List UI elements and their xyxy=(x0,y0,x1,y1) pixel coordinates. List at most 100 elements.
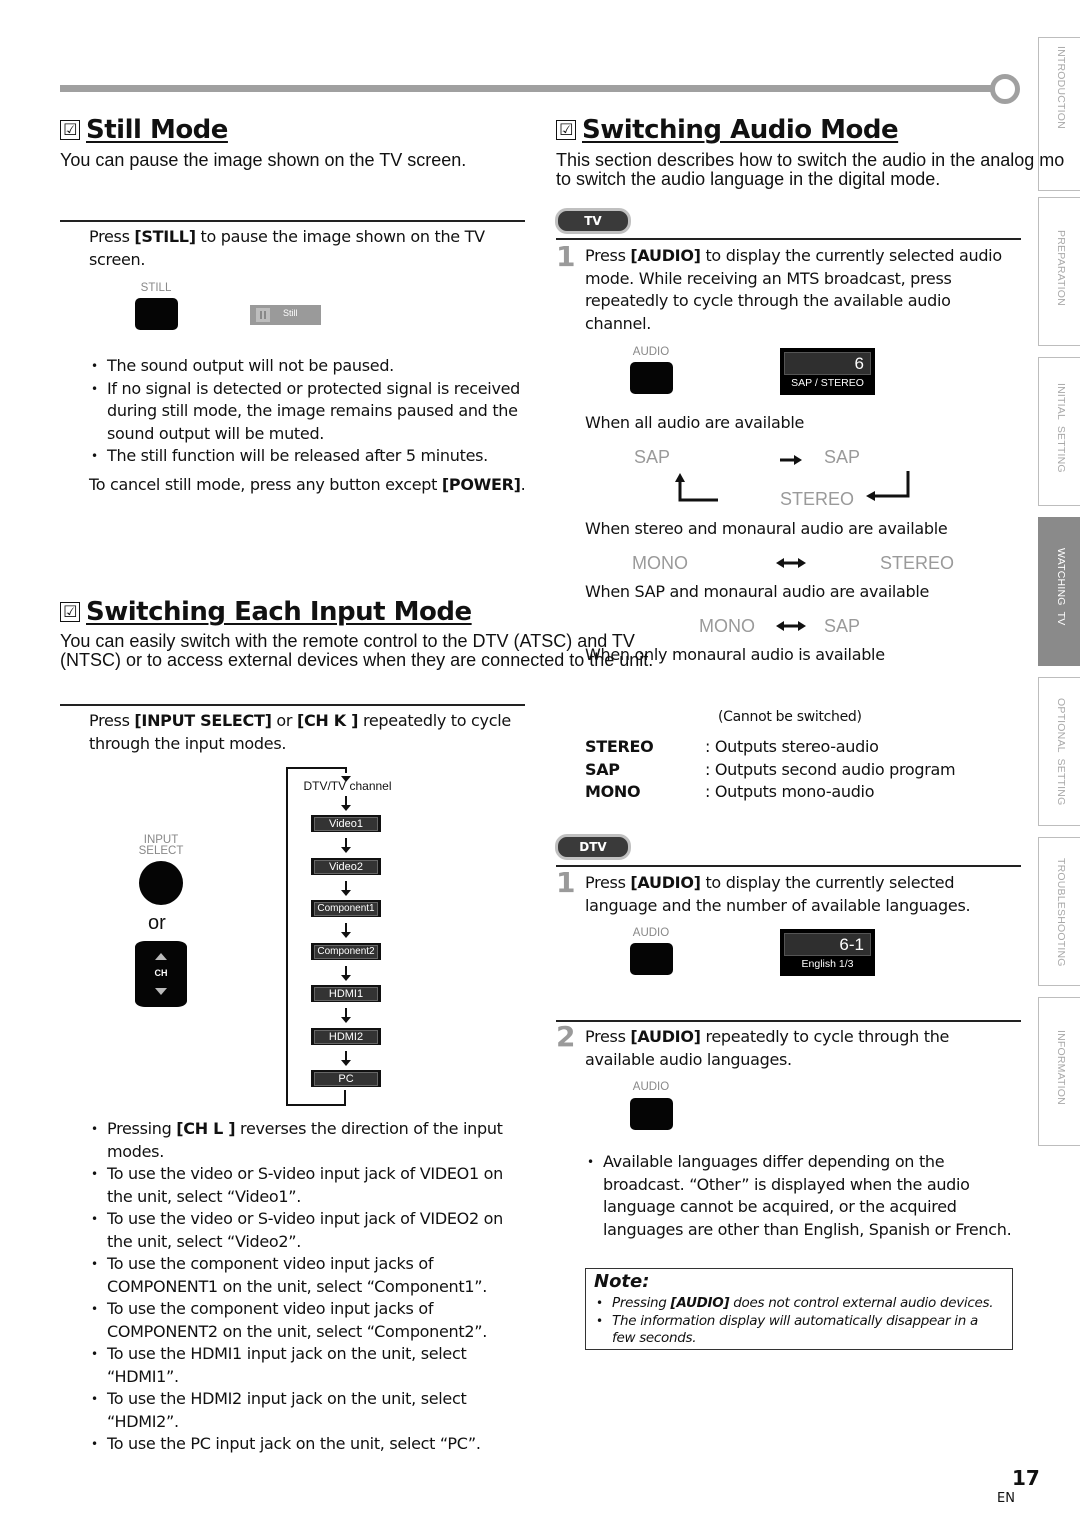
dtv-badge: DTV xyxy=(555,834,631,860)
checkbox-icon: ☑ xyxy=(60,120,80,140)
flow-item-component1: Component1 xyxy=(311,900,381,917)
side-tab-label: INITIAL SETTING xyxy=(1055,383,1067,473)
still-mode-bullets: The sound output will not be paused. If … xyxy=(89,355,529,468)
list-item: The still function will be released afte… xyxy=(89,445,529,468)
side-tab-label: PREPARATION xyxy=(1055,230,1067,306)
ch-label: CH xyxy=(154,968,168,978)
flow-item-hdmi1: HDMI1 xyxy=(311,985,381,1002)
flow-item-component2: Component2 xyxy=(311,943,381,960)
list-item: To use the PC input jack on the unit, se… xyxy=(89,1433,529,1456)
definition-row: MONO: Outputs mono-audio xyxy=(585,782,875,801)
tv-step-number: 1 xyxy=(556,240,576,273)
audio-remote-button[interactable] xyxy=(630,943,673,975)
list-item: If no signal is detected or protected si… xyxy=(89,378,529,446)
side-tab-watching-tv[interactable]: WATCHING TV xyxy=(1038,517,1080,666)
dtv-step2-rule xyxy=(556,1020,1021,1022)
input-mode-intro-line2: (NTSC) or to access external devices whe… xyxy=(60,650,654,670)
ch-down-icon[interactable] xyxy=(155,988,167,995)
audio-key: [AUDIO] xyxy=(630,1027,701,1046)
still-mode-rule xyxy=(60,220,525,222)
flow-arrow-icon xyxy=(341,1051,351,1066)
double-arrow-icon xyxy=(776,558,806,568)
side-tab-label: INTRODUCTION xyxy=(1055,46,1067,129)
audio-definitions: STEREO: Outputs stereo-audio SAP: Output… xyxy=(585,736,1005,804)
definition-row: SAP: Outputs second audio program xyxy=(585,759,956,779)
input-mode-rule xyxy=(60,704,525,706)
flow-loop-line-top xyxy=(286,767,346,769)
osd-audio-mode: SAP / STEREO xyxy=(791,377,864,389)
side-tab-initial-setting[interactable]: INITIAL SETTING xyxy=(1038,357,1080,506)
list-item: To use the component video input jacks o… xyxy=(89,1253,529,1298)
side-tab-troubleshooting[interactable]: TROUBLESHOOTING xyxy=(1038,837,1080,986)
mode-word-mono: MONO xyxy=(632,553,688,573)
osd-channel: 6-1 xyxy=(839,935,864,954)
input-mode-intro-line1: You can easily switch with the remote co… xyxy=(60,631,635,651)
side-tab-label: TROUBLESHOOTING xyxy=(1055,858,1067,967)
list-item: The sound output will not be paused. xyxy=(89,355,529,378)
input-mode-title: ☑ Switching Each Input Mode xyxy=(60,597,472,627)
header-rule xyxy=(60,85,992,92)
flow-loop-line-right xyxy=(344,1090,346,1106)
still-button-label: STILL xyxy=(140,282,172,294)
audio-remote-button[interactable] xyxy=(630,362,673,394)
still-key: [STILL] xyxy=(134,227,196,246)
note-list: Pressing [AUDIO] does not control extern… xyxy=(594,1295,1004,1348)
side-tab-label: WATCHING TV xyxy=(1055,548,1067,626)
still-osd-banner: Still xyxy=(250,305,321,325)
flow-item-video2: Video2 xyxy=(311,858,381,875)
dtv-rule xyxy=(556,865,1021,867)
audio-mode-intro-line1: This section describes how to switch the… xyxy=(556,150,1065,170)
still-mode-intro: You can pause the image shown on the TV … xyxy=(60,150,467,170)
dtv-step2-text: Press [AUDIO] repeatedly to cycle throug… xyxy=(585,1027,950,1069)
input-select-label: INPUT SELECT xyxy=(138,834,184,857)
ch-rocker-button[interactable]: CH xyxy=(135,941,187,1007)
note-box: Note: Pressing [AUDIO] does not control … xyxy=(585,1268,1013,1350)
mode-word-sap: SAP xyxy=(824,616,861,636)
double-arrow-icon xyxy=(776,621,806,631)
language-code: EN xyxy=(997,1491,1015,1506)
ch-up-icon[interactable] xyxy=(155,953,167,960)
side-tab-preparation[interactable]: PREPARATION xyxy=(1038,197,1080,346)
side-tab-optional-setting[interactable]: OPTIONAL SETTING xyxy=(1038,677,1080,826)
list-item: Pressing [AUDIO] does not control extern… xyxy=(594,1295,1004,1313)
side-tab-label: INFORMATION xyxy=(1055,1030,1067,1105)
flow-arrow-icon xyxy=(341,796,351,811)
audio-button-label: AUDIO xyxy=(632,1081,670,1093)
input-select-remote-button[interactable] xyxy=(139,861,183,905)
dtv-step2-number: 2 xyxy=(556,1020,576,1053)
still-remote-button[interactable] xyxy=(135,298,178,330)
dtv-step1-number: 1 xyxy=(556,866,576,899)
flow-item-pc: PC xyxy=(311,1070,381,1087)
dtv-audio-osd: 6-1 English 1/3 xyxy=(780,929,875,976)
tv-badge: TV xyxy=(555,208,631,234)
case-mono-only-label: When only monaural audio is available xyxy=(585,645,885,664)
mode-word-mono: MONO xyxy=(699,616,755,636)
list-item: To use the video or S-video input jack o… xyxy=(89,1163,529,1208)
list-item: To use the video or S-video input jack o… xyxy=(89,1208,529,1253)
flow-arrow-icon xyxy=(341,966,351,981)
audio-remote-button[interactable] xyxy=(630,1098,673,1130)
flow-arrow-icon xyxy=(341,838,351,853)
case-stereo-mono-label: When stereo and monaural audio are avail… xyxy=(585,519,948,538)
audio-mode-intro-line2: to switch the audio language in the digi… xyxy=(556,169,941,189)
audio-mode-title: ☑ Switching Audio Mode xyxy=(556,115,899,145)
page-number: 17 xyxy=(1012,1466,1040,1490)
flow-start-label: DTV/TV channel xyxy=(303,779,392,793)
list-item: To use the HDMI1 input jack on the unit,… xyxy=(89,1343,529,1388)
flow-arrow-icon xyxy=(341,1008,351,1023)
input-select-key: [INPUT SELECT] xyxy=(134,711,272,730)
power-key: [POWER] xyxy=(441,475,521,494)
osd-language: English 1/3 xyxy=(801,958,854,970)
list-item: To use the component video input jacks o… xyxy=(89,1298,529,1343)
tv-audio-osd: 6 SAP / STEREO xyxy=(780,348,875,395)
input-mode-bullets: Pressing [CH L ] reverses the direction … xyxy=(89,1118,529,1456)
still-osd-label: Still xyxy=(283,308,298,318)
mode-word-stereo: STEREO xyxy=(880,553,955,573)
header-circle-ornament xyxy=(990,74,1020,104)
mode-word-sap: SAP xyxy=(634,447,671,467)
audio-button-label: AUDIO xyxy=(632,927,670,939)
still-mode-instruction: Press [STILL] to pause the image shown o… xyxy=(89,227,485,269)
flow-item-hdmi2: HDMI2 xyxy=(311,1028,381,1045)
side-tab-information[interactable]: INFORMATION xyxy=(1038,997,1080,1146)
flow-arrow-icon xyxy=(341,881,351,896)
